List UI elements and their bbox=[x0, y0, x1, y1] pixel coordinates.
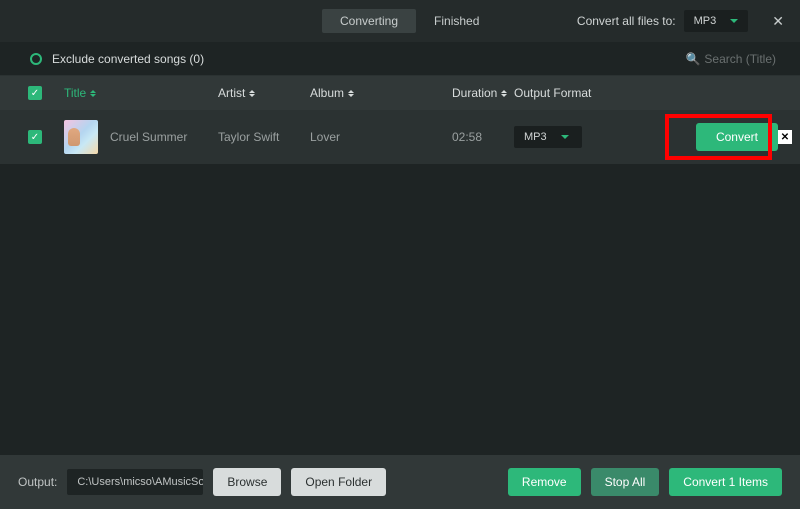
sort-icon bbox=[90, 90, 96, 97]
global-format-value: MP3 bbox=[694, 15, 717, 27]
row-album: Lover bbox=[310, 130, 452, 144]
column-album-label: Album bbox=[310, 86, 344, 100]
exclude-toggle-icon[interactable] bbox=[30, 53, 42, 65]
close-icon[interactable]: ✕ bbox=[768, 9, 788, 34]
tab-group: Converting Finished bbox=[322, 9, 497, 33]
subbar: Exclude converted songs (0) 🔍 Search (Ti… bbox=[0, 42, 800, 76]
album-art bbox=[64, 120, 98, 154]
tab-finished[interactable]: Finished bbox=[416, 9, 497, 33]
column-artist[interactable]: Artist bbox=[218, 86, 310, 100]
sort-icon bbox=[348, 90, 354, 97]
column-artist-label: Artist bbox=[218, 86, 245, 100]
search-placeholder: Search (Title) bbox=[704, 52, 776, 66]
topbar: Converting Finished Convert all files to… bbox=[0, 0, 800, 42]
convert-all-label: Convert all files to: bbox=[577, 14, 676, 28]
chevron-down-icon bbox=[561, 135, 569, 139]
open-folder-button[interactable]: Open Folder bbox=[291, 468, 386, 496]
output-path[interactable]: C:\Users\micso\AMusicSoft\... bbox=[67, 469, 203, 495]
column-title[interactable]: Title bbox=[64, 86, 218, 100]
convert-all-group: Convert all files to: MP3 ✕ bbox=[577, 9, 788, 34]
row-title: Cruel Summer bbox=[110, 130, 218, 144]
column-album[interactable]: Album bbox=[310, 86, 452, 100]
row-duration: 02:58 bbox=[452, 130, 514, 144]
column-format-label: Output Format bbox=[514, 86, 591, 100]
convert-items-button[interactable]: Convert 1 Items bbox=[669, 468, 782, 496]
search-input[interactable]: 🔍 Search (Title) bbox=[685, 52, 776, 66]
row-format-select[interactable]: MP3 bbox=[514, 126, 582, 148]
select-all-checkbox[interactable]: ✓ bbox=[28, 86, 42, 100]
column-duration-label: Duration bbox=[452, 86, 497, 100]
convert-button[interactable]: Convert bbox=[696, 123, 778, 151]
global-format-select[interactable]: MP3 bbox=[684, 10, 749, 32]
row-checkbox[interactable]: ✓ bbox=[28, 130, 42, 144]
sort-icon bbox=[501, 90, 507, 97]
row-artist: Taylor Swift bbox=[218, 130, 310, 144]
remove-row-icon[interactable]: ✕ bbox=[778, 130, 792, 144]
column-title-label: Title bbox=[64, 86, 86, 100]
column-format: Output Format bbox=[514, 86, 654, 100]
remove-button[interactable]: Remove bbox=[508, 468, 581, 496]
table-row: ✓ Cruel Summer Taylor Swift Lover 02:58 … bbox=[0, 110, 800, 164]
chevron-down-icon bbox=[730, 19, 738, 23]
bottombar: Output: C:\Users\micso\AMusicSoft\... Br… bbox=[0, 455, 800, 509]
search-icon: 🔍 bbox=[685, 52, 700, 66]
sort-icon bbox=[249, 90, 255, 97]
exclude-label: Exclude converted songs (0) bbox=[52, 52, 204, 66]
tab-converting[interactable]: Converting bbox=[322, 9, 416, 33]
stop-all-button[interactable]: Stop All bbox=[591, 468, 660, 496]
table-header: ✓ Title Artist Album Duration Output For… bbox=[0, 76, 800, 110]
row-format-value: MP3 bbox=[524, 131, 547, 143]
column-duration[interactable]: Duration bbox=[452, 86, 514, 100]
browse-button[interactable]: Browse bbox=[213, 468, 281, 496]
output-label: Output: bbox=[18, 475, 57, 489]
